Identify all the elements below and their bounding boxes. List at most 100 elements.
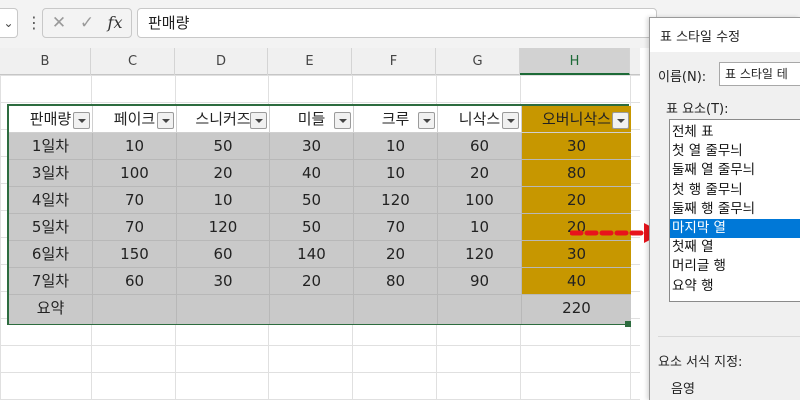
style-name-input[interactable]: 표 스타일 테 [719,62,800,86]
table-element-item[interactable]: 마지막 열 [670,218,800,239]
table-cell[interactable]: 30 [177,268,270,295]
row-label-cell[interactable]: 4일차 [9,187,93,214]
header-text: 페이크 [113,110,156,128]
header-text: 스니커즈 [195,110,251,128]
table-cell[interactable]: 10 [438,214,522,241]
table-elements-list[interactable]: 전체 표첫 열 줄무늬 둘째 열 줄무늬 첫 행 줄무늬 둘째 행 줄무늬 마지막 열첫… [669,119,800,302]
table-cell[interactable]: 50 [270,187,354,214]
header-text: 크루 [381,110,410,128]
filter-dropdown-icon[interactable] [334,112,351,129]
dialog-titlebar[interactable]: 표 스타일 수정 [650,18,800,52]
table-element-item[interactable]: 둘째 행 줄무늬 [670,200,800,219]
header-over-knee-socks[interactable]: 오버니삭스 [522,106,631,133]
table-element-item[interactable]: 전체 표 [670,123,800,142]
table-element-item[interactable]: 첫 열 줄무늬 [670,142,800,161]
table-cell[interactable]: 10 [177,187,270,214]
table-cell[interactable]: 10 [354,133,438,160]
table-cell[interactable]: 50 [177,133,270,160]
row-label-cell[interactable]: 7일차 [9,268,93,295]
summary-cell[interactable] [177,295,270,324]
filter-dropdown-icon[interactable] [502,112,519,129]
summary-cell[interactable] [354,295,438,324]
table-cell[interactable]: 120 [177,214,270,241]
column-header-d[interactable]: D [175,48,268,75]
name-box-dropdown-icon[interactable]: ⌄ [0,8,18,38]
header-text: 판매량 [29,110,72,128]
filter-dropdown-icon[interactable] [250,112,267,129]
shading-label: 음영 [671,382,695,397]
row-label-cell[interactable]: 1일차 [9,133,93,160]
summary-cell[interactable] [438,295,522,324]
table-cell[interactable]: 70 [93,214,177,241]
table-cell[interactable]: 40 [270,160,354,187]
table-cell[interactable]: 80 [522,160,631,187]
header-text: 미들 [297,110,326,128]
header-text: 오버니삭스 [541,110,611,128]
table-element-item[interactable]: 첫 행 줄무늬 [670,181,800,200]
insert-function-icon[interactable]: fx [103,9,127,37]
table-cell[interactable]: 10 [93,133,177,160]
table-cell[interactable]: 100 [93,160,177,187]
table-cell[interactable]: 90 [438,268,522,295]
table-cell[interactable]: 30 [522,133,631,160]
summary-cell[interactable] [93,295,177,324]
summary-cell[interactable]: 220 [522,295,631,324]
column-headers: B C D E F G H [0,48,640,75]
table-cell[interactable]: 60 [438,133,522,160]
table-cell[interactable]: 40 [522,268,631,295]
table-cell[interactable]: 70 [93,187,177,214]
excel-table[interactable]: 판매량 페이크 스니커즈 미들 크루 니삭스 오버니삭스 1일차 10 50 30 10 60 30 3일차… [7,104,631,325]
more-options-icon[interactable]: ⋮ [26,12,42,36]
table-element-item[interactable]: 첫째 열 [670,238,800,257]
table-cell[interactable]: 60 [177,241,270,268]
table-cell[interactable]: 120 [438,241,522,268]
table-cell[interactable]: 20 [354,241,438,268]
row-label-cell[interactable]: 3일차 [9,160,93,187]
table-cell[interactable]: 150 [93,241,177,268]
table-cell[interactable]: 50 [270,214,354,241]
header-fake[interactable]: 페이크 [93,106,177,133]
table-elements-label: 표 요소(T): [666,102,729,117]
table-resize-handle[interactable] [625,321,631,327]
table-cell[interactable]: 20 [522,187,631,214]
row-label-cell[interactable]: 6일차 [9,241,93,268]
table-element-item[interactable]: 요약 행 [670,277,800,296]
filter-dropdown-icon[interactable] [418,112,435,129]
header-sneakers[interactable]: 스니커즈 [177,106,270,133]
table-cell[interactable]: 140 [270,241,354,268]
table-cell[interactable]: 20 [270,268,354,295]
header-middle[interactable]: 미들 [270,106,354,133]
row-label-cell[interactable]: 5일차 [9,214,93,241]
table-cell[interactable]: 70 [354,214,438,241]
table-cell[interactable]: 100 [438,187,522,214]
summary-cell[interactable] [270,295,354,324]
column-header-f[interactable]: F [352,48,436,75]
filter-dropdown-icon[interactable] [612,112,629,129]
table-cell[interactable]: 60 [93,268,177,295]
header-crew[interactable]: 크루 [354,106,438,133]
table-cell[interactable]: 20 [438,160,522,187]
column-header-h[interactable]: H [520,48,630,75]
column-header-b[interactable]: B [0,48,91,75]
header-knee-socks[interactable]: 니삭스 [438,106,522,133]
enter-icon[interactable]: ✓ [75,9,99,37]
dialog-title: 표 스타일 수정 [660,30,741,45]
cancel-icon[interactable]: ✕ [47,9,71,37]
table-cell[interactable]: 10 [354,160,438,187]
header-sales[interactable]: 판매량 [9,106,93,133]
column-header-c[interactable]: C [91,48,175,75]
summary-label-cell[interactable]: 요약 [9,295,93,324]
table-cell[interactable]: 30 [270,133,354,160]
formula-input[interactable]: 판매량 [137,8,657,38]
table-cell[interactable]: 80 [354,268,438,295]
formula-buttons: ✕ ✓ fx [42,8,132,38]
filter-dropdown-icon[interactable] [73,112,90,129]
table-cell[interactable]: 120 [354,187,438,214]
table-cell[interactable]: 30 [522,241,631,268]
column-header-g[interactable]: G [436,48,520,75]
table-element-item[interactable]: 둘째 열 줄무늬 [670,161,800,180]
table-element-item[interactable]: 머리글 행 [670,257,800,276]
filter-dropdown-icon[interactable] [157,112,174,129]
column-header-e[interactable]: E [268,48,352,75]
table-cell[interactable]: 20 [177,160,270,187]
